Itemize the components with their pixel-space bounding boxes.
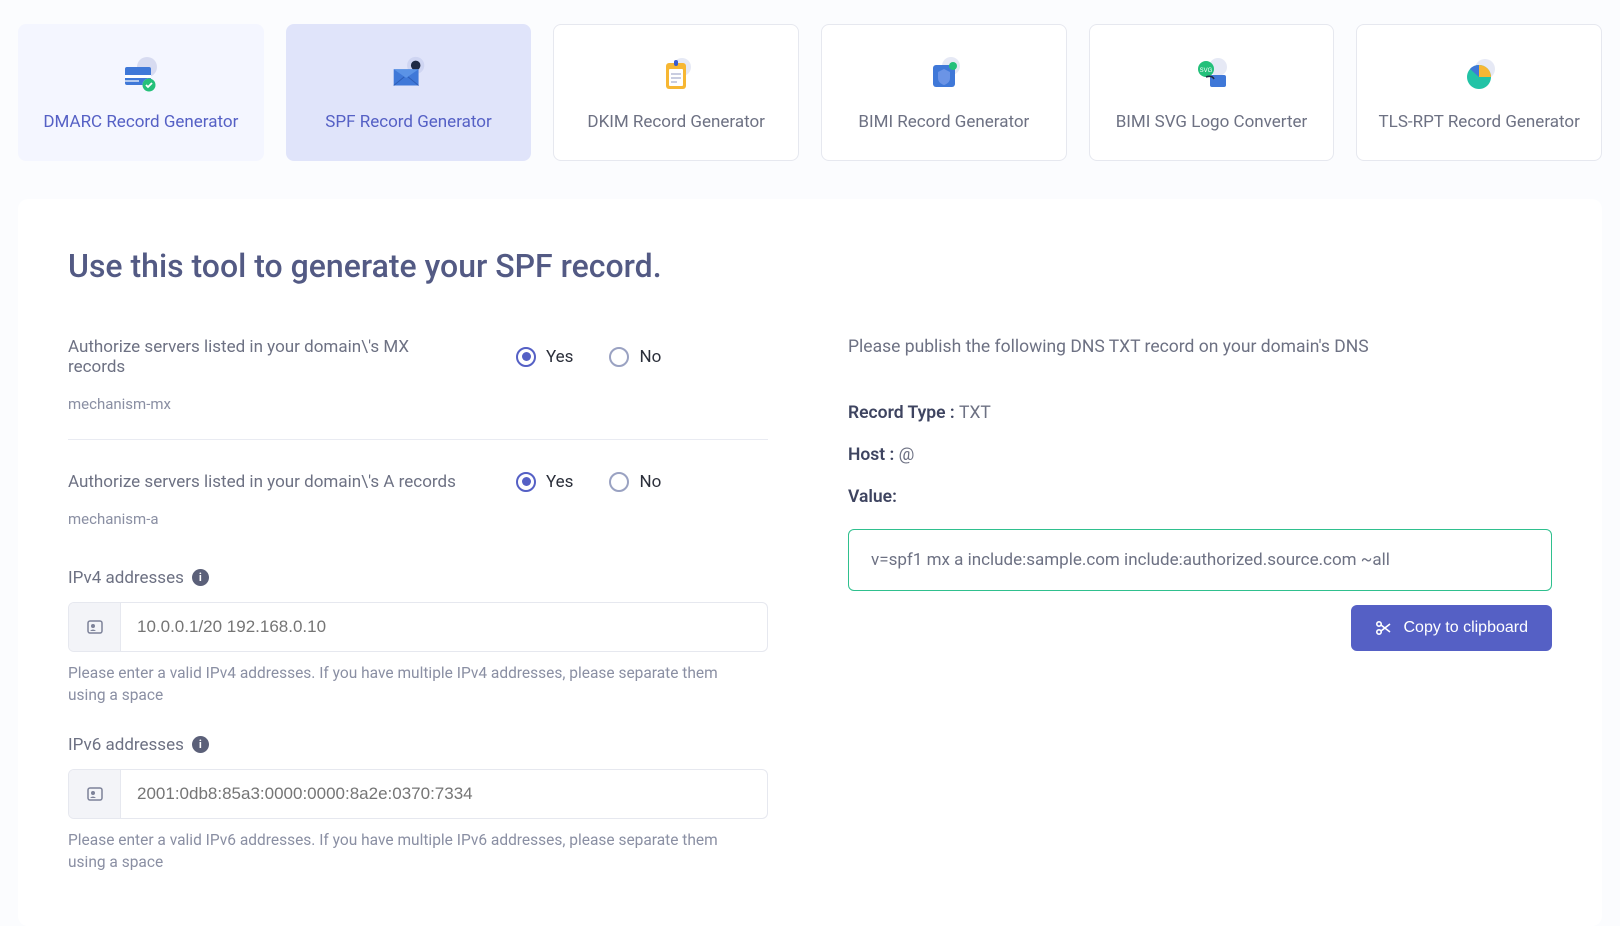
tab-label: DMARC Record Generator [43, 111, 238, 134]
a-radio-group: Yes No [516, 472, 661, 492]
ipv6-label: IPv6 addresses [68, 735, 184, 755]
ipv6-block: IPv6 addresses i Please enter a valid IP… [68, 735, 768, 874]
ipv4-label: IPv4 addresses [68, 568, 184, 588]
tab-bimi[interactable]: BIMI Record Generator [821, 24, 1067, 161]
tab-dkim[interactable]: DKIM Record Generator [553, 24, 799, 161]
info-icon[interactable]: i [192, 569, 209, 586]
tool-tabs: DMARC Record Generator SPF Record Genera… [0, 0, 1620, 173]
main-panel: Use this tool to generate your SPF recor… [18, 199, 1602, 926]
bimi-icon [922, 53, 966, 97]
ipv6-help: Please enter a valid IPv6 addresses. If … [68, 829, 728, 874]
dkim-icon [654, 53, 698, 97]
mx-no-radio[interactable]: No [609, 347, 661, 367]
ipv4-help: Please enter a valid IPv4 addresses. If … [68, 662, 728, 707]
spf-icon [387, 53, 431, 97]
form-column: Authorize servers listed in your domain\… [68, 337, 768, 902]
tab-tlsrpt[interactable]: TLS-RPT Record Generator [1356, 24, 1602, 161]
bimisvg-icon: SVG [1190, 53, 1234, 97]
a-no-radio[interactable]: No [609, 472, 661, 492]
mx-mechanism: mechanism-mx [68, 395, 768, 413]
svg-text:SVG: SVG [1199, 68, 1212, 74]
publish-note: Please publish the following DNS TXT rec… [848, 337, 1552, 357]
record-type-row: Record Type : TXT [848, 403, 1552, 423]
spf-value-box[interactable]: v=spf1 mx a include:sample.com include:a… [848, 529, 1552, 591]
address-card-icon [69, 603, 121, 651]
tab-dmarc[interactable]: DMARC Record Generator [18, 24, 264, 161]
host-row: Host : @ [848, 445, 1552, 465]
tab-label: BIMI Record Generator [858, 111, 1029, 134]
info-icon[interactable]: i [192, 736, 209, 753]
tab-label: DKIM Record Generator [587, 111, 765, 134]
ipv4-block: IPv4 addresses i Please enter a valid IP… [68, 568, 768, 707]
value-label-row: Value: [848, 487, 1552, 507]
tab-label: TLS-RPT Record Generator [1379, 111, 1580, 134]
tlsrpt-icon [1457, 53, 1501, 97]
a-block: Authorize servers listed in your domain\… [68, 472, 768, 554]
copy-to-clipboard-button[interactable]: Copy to clipboard [1351, 605, 1552, 651]
tab-label: BIMI SVG Logo Converter [1116, 111, 1308, 134]
ipv6-input[interactable] [121, 770, 767, 818]
address-card-icon [69, 770, 121, 818]
tab-bimi-svg[interactable]: SVG BIMI SVG Logo Converter [1089, 24, 1335, 161]
output-column: Please publish the following DNS TXT rec… [848, 337, 1552, 902]
mx-question: Authorize servers listed in your domain\… [68, 337, 468, 377]
mx-yes-radio[interactable]: Yes [516, 347, 573, 367]
dmarc-icon [119, 53, 163, 97]
ipv4-input[interactable] [121, 603, 767, 651]
mx-block: Authorize servers listed in your domain\… [68, 337, 768, 440]
tab-label: SPF Record Generator [325, 111, 491, 134]
a-question: Authorize servers listed in your domain\… [68, 472, 468, 492]
mx-radio-group: Yes No [516, 347, 661, 367]
a-mechanism: mechanism-a [68, 510, 768, 528]
page-title: Use this tool to generate your SPF recor… [68, 247, 1552, 285]
a-yes-radio[interactable]: Yes [516, 472, 573, 492]
scissors-icon [1375, 620, 1391, 636]
tab-spf[interactable]: SPF Record Generator [286, 24, 532, 161]
